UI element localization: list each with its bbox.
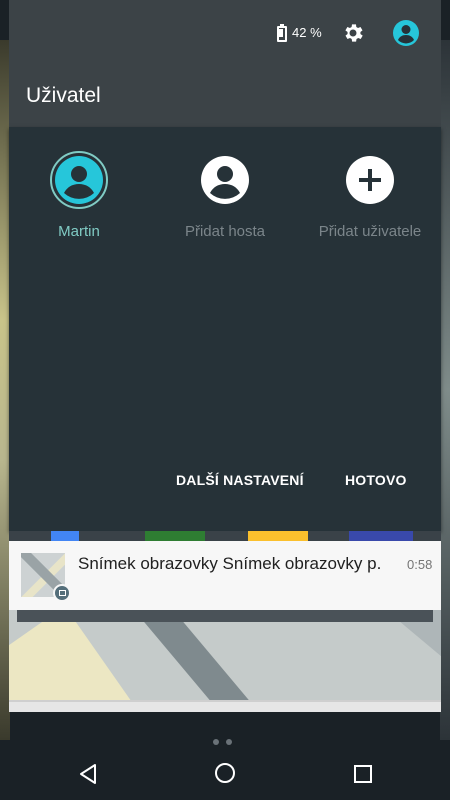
screenshot-notification[interactable]: Snímek obrazovky Snímek obrazovky p. 0:5… (9, 541, 441, 610)
add-user-tile[interactable]: Přidat uživatele (300, 151, 440, 240)
settings-gear-icon[interactable] (341, 21, 365, 45)
back-icon[interactable] (77, 763, 99, 785)
recent-apps-icon[interactable] (354, 765, 372, 783)
guest-avatar (196, 151, 254, 209)
wallpaper-preview (9, 610, 441, 700)
notification-text: Snímek obrazovky Snímek obrazovky p. (78, 554, 382, 573)
user-avatar-martin (50, 151, 108, 209)
notification-time: 0:58 (407, 557, 433, 572)
home-icon[interactable] (214, 762, 236, 784)
more-settings-button[interactable]: DALŠÍ NASTAVENÍ (176, 472, 304, 492)
user-switcher-panel: Martin Přidat hosta Přidat uživatele DAL… (9, 127, 441, 531)
user-tile-martin[interactable]: Martin (9, 151, 149, 240)
wallpaper-right-edge (440, 40, 450, 740)
quick-settings-header: 42 % Uživatel (9, 0, 441, 127)
battery-percent: 42 % (292, 25, 322, 40)
status-row: 42 % (9, 0, 441, 66)
add-user-label: Přidat uživatele (318, 223, 422, 240)
add-guest-tile[interactable]: Přidat hosta (155, 151, 295, 240)
add-user-avatar (341, 151, 399, 209)
add-guest-label: Přidat hosta (184, 223, 266, 240)
account-circle-icon[interactable] (392, 19, 420, 47)
panel-title: Uživatel (26, 84, 101, 107)
notification-shadow (17, 610, 433, 622)
preview-bottom-edge (9, 700, 441, 712)
navigation-bar (0, 745, 450, 800)
battery-charging-icon (276, 24, 288, 42)
person-icon (201, 156, 249, 204)
image-icon (53, 584, 71, 602)
plus-icon (346, 156, 394, 204)
done-button[interactable]: HOTOVO (345, 472, 407, 492)
person-icon (55, 156, 103, 204)
user-label: Martin (58, 223, 100, 240)
